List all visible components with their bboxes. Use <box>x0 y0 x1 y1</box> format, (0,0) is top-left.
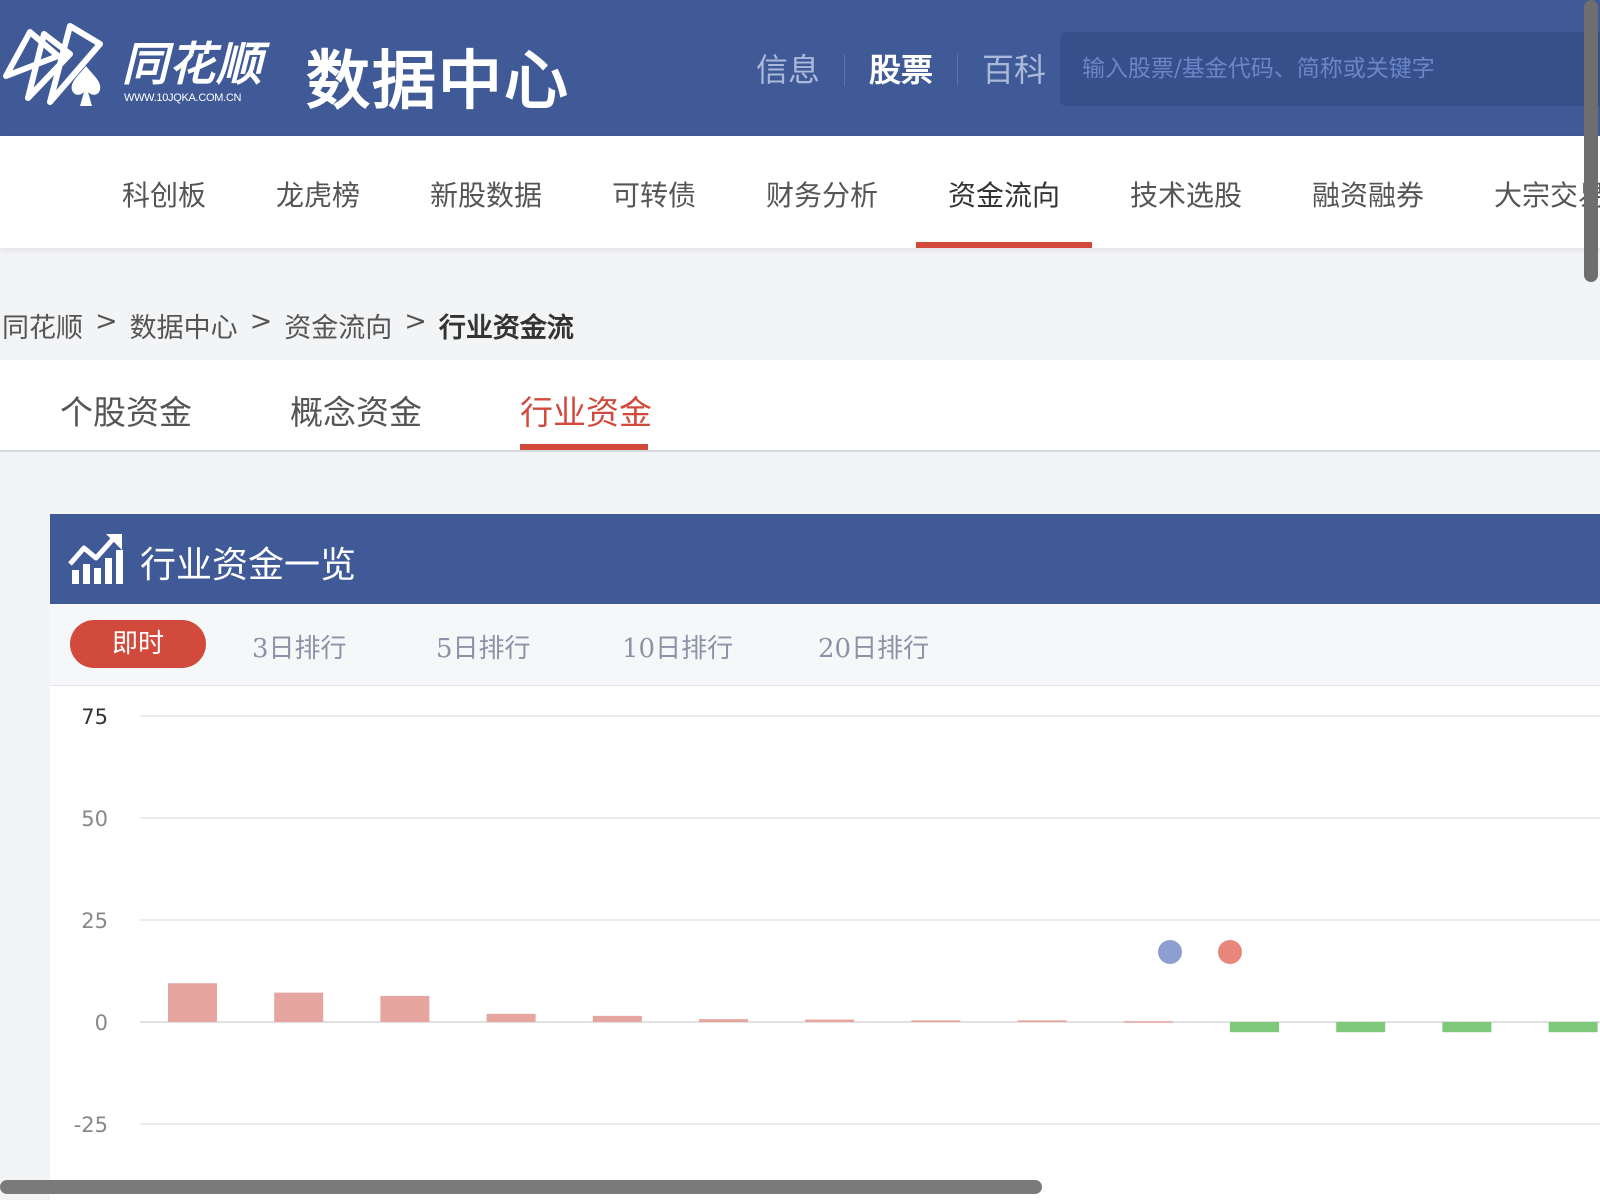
breadcrumb-current: 行业资金流 <box>438 313 574 344</box>
chart-bar <box>1230 1022 1279 1033</box>
breadcrumb-separator: > <box>95 306 118 337</box>
main-nav-financial-analysis[interactable]: 财务分析 <box>766 174 878 214</box>
search-box <box>1060 32 1600 106</box>
y-tick-label: -25 <box>74 1113 108 1137</box>
legend-marker <box>1158 940 1182 964</box>
tab-industry-funds[interactable]: 行业资金 <box>520 386 652 434</box>
chart-bar <box>911 1020 961 1022</box>
chart-bar <box>274 992 324 1022</box>
main-nav-technical-screener[interactable]: 技术选股 <box>1130 174 1242 214</box>
y-tick-label: 25 <box>81 909 108 933</box>
top-nav: 信息 股票 百科 <box>732 48 1070 92</box>
range-selector: 即时 3日排行 5日排行 10日排行 20日排行 <box>50 604 1600 686</box>
brand-logo-icon[interactable] <box>0 14 120 114</box>
top-header: 同花顺 WWW.10JQKA.COM.CN 数据中心 信息 股票 百科 <box>0 0 1600 136</box>
chart-bar <box>486 1013 536 1022</box>
range-button-realtime[interactable]: 即时 <box>70 620 206 668</box>
range-button-5day[interactable]: 5日排行 <box>436 628 531 665</box>
y-tick-label: 50 <box>81 807 108 831</box>
top-nav-info[interactable]: 信息 <box>732 48 844 92</box>
chart-bar <box>1548 1022 1598 1033</box>
main-nav-margin-trading[interactable]: 融资融券 <box>1312 174 1424 214</box>
search-input[interactable] <box>1060 32 1600 106</box>
chart-bar <box>699 1019 748 1022</box>
tab-concept-funds[interactable]: 概念资金 <box>290 386 422 434</box>
breadcrumb-data-center[interactable]: 数据中心 <box>130 306 238 345</box>
breadcrumb-separator: > <box>404 306 427 337</box>
industry-funds-panel: 行业资金一览 即时 3日排行 5日排行 10日排行 20日排行 75 50 25 0 -… <box>50 514 1600 1200</box>
horizontal-scrollbar[interactable] <box>0 1180 1042 1194</box>
chart-bar <box>1017 1020 1067 1022</box>
tab-stock-funds[interactable]: 个股资金 <box>60 386 192 434</box>
vertical-scrollbar[interactable] <box>1584 0 1598 282</box>
chart-bar <box>592 1015 642 1022</box>
brand-name[interactable]: 同花顺 <box>122 28 263 94</box>
range-button-10day[interactable]: 10日排行 <box>622 628 733 665</box>
main-nav-convertible-bonds[interactable]: 可转债 <box>612 174 696 214</box>
panel-title: 行业资金一览 <box>140 545 357 586</box>
chart-bar <box>805 1019 855 1022</box>
sub-tabs: 个股资金 概念资金 行业资金 <box>0 360 1600 452</box>
breadcrumb-fund-flow[interactable]: 资金流向 <box>284 306 392 345</box>
brand-url: WWW.10JQKA.COM.CN <box>124 92 242 104</box>
chart-bar <box>380 995 430 1022</box>
breadcrumb-home[interactable]: 同花顺 <box>2 306 83 345</box>
chart-bar <box>1442 1022 1492 1033</box>
top-nav-stocks[interactable]: 股票 <box>845 48 957 92</box>
legend-marker <box>1218 940 1242 964</box>
top-nav-wiki[interactable]: 百科 <box>958 48 1070 92</box>
trend-chart-icon <box>68 534 123 584</box>
industry-funds-bar-chart: 75 50 25 0 -25 <box>74 705 1600 1137</box>
breadcrumb: 同花顺 > 数据中心 > 资金流向 > 行业资金流 <box>2 306 574 345</box>
main-nav: 科创板 龙虎榜 新股数据 可转债 财务分析 资金流向 技术选股 融资融券 大宗交… <box>0 136 1600 248</box>
y-tick-label: 0 <box>95 1011 108 1035</box>
panel-header: 行业资金一览 <box>50 514 1600 604</box>
chart-bar <box>1336 1022 1386 1033</box>
main-nav-active-indicator <box>916 242 1092 248</box>
main-nav-star-market[interactable]: 科创板 <box>122 174 206 214</box>
range-button-3day[interactable]: 3日排行 <box>252 628 347 665</box>
breadcrumb-separator: > <box>249 306 273 337</box>
main-nav-ipo-data[interactable]: 新股数据 <box>430 174 542 214</box>
sub-tab-active-indicator <box>520 444 648 450</box>
chart-bar <box>1123 1021 1173 1023</box>
chart-bar <box>168 983 217 1022</box>
main-nav-dragon-tiger[interactable]: 龙虎榜 <box>276 174 360 214</box>
y-tick-label: 75 <box>81 705 108 729</box>
main-nav-fund-flow[interactable]: 资金流向 <box>948 174 1060 214</box>
site-title: 数据中心 <box>306 44 570 119</box>
range-button-20day[interactable]: 20日排行 <box>818 628 929 665</box>
